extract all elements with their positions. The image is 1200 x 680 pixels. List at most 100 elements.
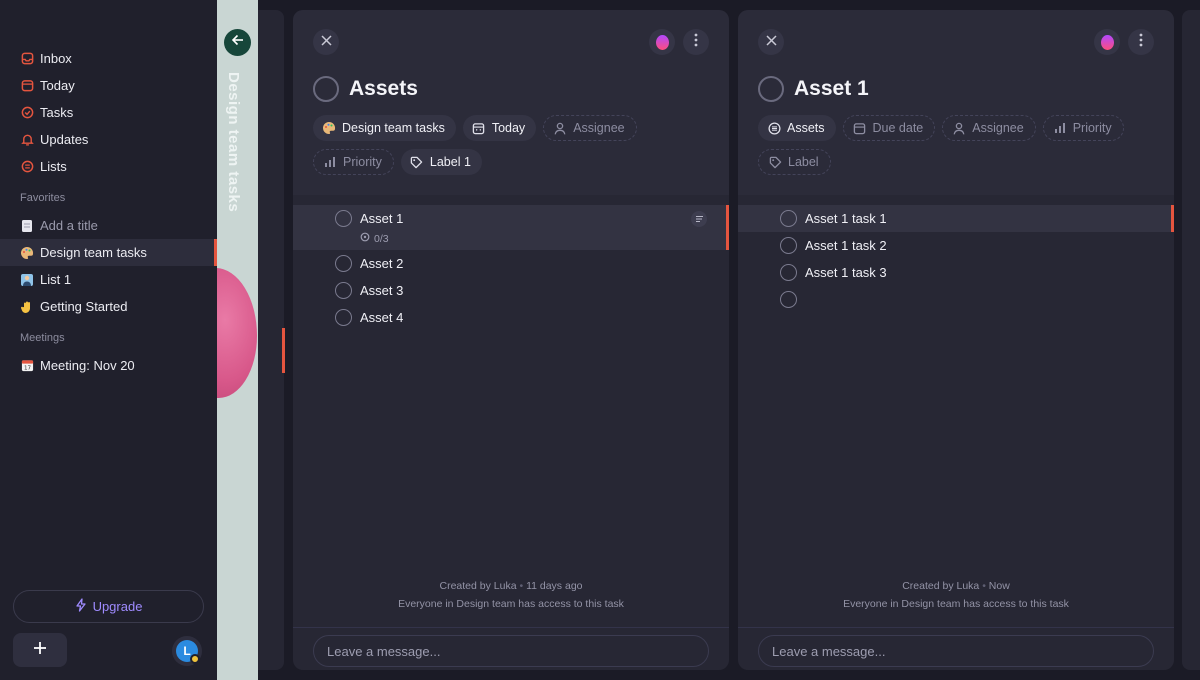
subtask-label: Asset 1 task 3 (805, 265, 887, 280)
sidebar-item-meeting-nov-20[interactable]: 17 Meeting: Nov 20 (0, 352, 217, 379)
chip-label: Priority (343, 155, 382, 169)
chip-label: Assets (787, 121, 825, 135)
chip-label: Design team tasks (342, 121, 445, 135)
subtask-list: Asset 1 0/3 Asset 2 Asset 3 Asset 4 (293, 205, 729, 331)
svg-text:17: 17 (23, 366, 31, 372)
ai-assistant-button[interactable] (1094, 29, 1120, 55)
close-icon (320, 33, 332, 51)
message-bar (738, 627, 1174, 670)
subtask-checkbox[interactable] (335, 255, 352, 272)
subtask-checkbox[interactable] (780, 291, 797, 308)
collapsed-project-panel[interactable]: Design team tasks (217, 0, 258, 680)
label-chip[interactable]: Label 1 (400, 149, 482, 175)
stacked-panel-edge[interactable] (258, 10, 285, 670)
next-panel-edge[interactable] (1182, 10, 1200, 670)
subtask-progress: 0/3 (360, 232, 389, 245)
sidebar-item-list-1[interactable]: List 1 (0, 266, 217, 293)
status-badge (190, 654, 200, 664)
more-options-button[interactable] (683, 29, 709, 55)
created-info: Created by Luka • Now (902, 580, 1010, 592)
date-chip[interactable]: Today (462, 115, 537, 141)
task-title-row: Assets (313, 76, 418, 102)
subtask-row[interactable]: Asset 1 0/3 (293, 205, 729, 250)
bell-icon (20, 133, 34, 147)
sidebar-item-label: Design team tasks (40, 245, 147, 260)
task-complete-checkbox[interactable] (758, 76, 784, 102)
subtask-checkbox[interactable] (335, 309, 352, 326)
sidebar-item-today[interactable]: Today (0, 72, 217, 99)
favorites-section-label: Favorites (20, 192, 66, 204)
back-button[interactable] (224, 29, 251, 56)
upgrade-button[interactable]: Upgrade (13, 590, 204, 623)
subtask-checkbox[interactable] (335, 210, 352, 227)
assignee-chip[interactable]: Assignee (942, 115, 1036, 141)
chip-label: Today (491, 121, 526, 135)
sidebar-item-tasks[interactable]: Tasks (0, 99, 217, 126)
collapsed-panel-title: Design team tasks (225, 72, 242, 213)
sidebar-item-add-title[interactable]: Add a title (0, 212, 217, 239)
task-title[interactable]: Assets (349, 77, 418, 101)
task-complete-checkbox[interactable] (313, 76, 339, 102)
sidebar-item-label: Meeting: Nov 20 (40, 358, 135, 373)
priority-chip[interactable]: Priority (313, 149, 394, 175)
close-button[interactable] (758, 29, 784, 55)
assignee-chip[interactable]: Assignee (543, 115, 637, 141)
calendar-icon (853, 121, 867, 135)
due-date-chip[interactable]: Due date (842, 115, 936, 141)
subtask-label: Asset 2 (360, 256, 404, 271)
subtask-row[interactable]: Asset 2 (293, 250, 729, 277)
sidebar-item-label: Today (40, 78, 75, 93)
subtask-checkbox[interactable] (780, 210, 797, 227)
parent-task-chip[interactable]: Assets (758, 115, 836, 141)
sidebar-item-label: Add a title (40, 218, 98, 233)
subtask-row[interactable]: Asset 4 (293, 304, 729, 331)
priority-bars-icon (323, 155, 337, 169)
subtask-row[interactable]: Asset 1 task 1 (738, 205, 1174, 232)
sidebar-item-getting-started[interactable]: Getting Started (0, 293, 217, 320)
project-chip[interactable]: Design team tasks (313, 115, 456, 141)
subtask-checkbox[interactable] (335, 282, 352, 299)
user-avatar[interactable]: L (172, 636, 202, 666)
ai-assistant-button[interactable] (649, 29, 675, 55)
selection-indicator (282, 328, 285, 373)
priority-chip[interactable]: Priority (1042, 115, 1124, 141)
ai-orb-icon (1100, 34, 1114, 50)
sidebar-item-inbox[interactable]: Inbox (0, 45, 217, 72)
subtask-row[interactable]: Asset 1 task 3 (738, 259, 1174, 286)
created-by: Created by Luka (439, 580, 517, 592)
label-chip[interactable]: Label (758, 149, 831, 175)
more-options-button[interactable] (1128, 29, 1154, 55)
tag-icon (410, 155, 424, 169)
task-title[interactable]: Asset 1 (794, 77, 869, 101)
close-button[interactable] (313, 29, 339, 55)
subtask-progress-text: 0/3 (374, 232, 389, 245)
sidebar: Inbox Today Tasks Updates Lists Favorite… (0, 0, 217, 680)
upgrade-label: Upgrade (92, 599, 143, 614)
wave-icon (20, 300, 34, 314)
sidebar-item-updates[interactable]: Updates (0, 126, 217, 153)
arrow-left-icon (231, 33, 245, 52)
calendar-icon (472, 121, 486, 135)
chip-label: Due date (872, 121, 924, 135)
lightning-icon (75, 598, 87, 615)
add-button[interactable] (13, 633, 67, 667)
chip-label: Assignee (573, 121, 625, 135)
sidebar-item-design-team-tasks[interactable]: Design team tasks (0, 239, 217, 266)
sidebar-item-label: Getting Started (40, 299, 128, 314)
sidebar-item-lists[interactable]: Lists (0, 153, 217, 180)
calendar-icon: 17 (20, 359, 34, 373)
plus-icon (33, 641, 47, 660)
message-input[interactable] (313, 635, 709, 667)
subtask-checkbox[interactable] (780, 237, 797, 254)
sidebar-item-label: List 1 (40, 272, 72, 287)
list-icon (20, 160, 34, 174)
subtask-label: Asset 4 (360, 310, 404, 325)
new-subtask-row[interactable] (738, 286, 1174, 313)
subtask-row[interactable]: Asset 3 (293, 277, 729, 304)
more-vertical-icon (1139, 33, 1143, 52)
subtask-row[interactable]: Asset 1 task 2 (738, 232, 1174, 259)
subtask-checkbox[interactable] (780, 264, 797, 281)
description-icon[interactable] (691, 211, 707, 227)
message-input[interactable] (758, 635, 1154, 667)
task-header: Assets Design team tasks Today Assignee (293, 10, 729, 195)
